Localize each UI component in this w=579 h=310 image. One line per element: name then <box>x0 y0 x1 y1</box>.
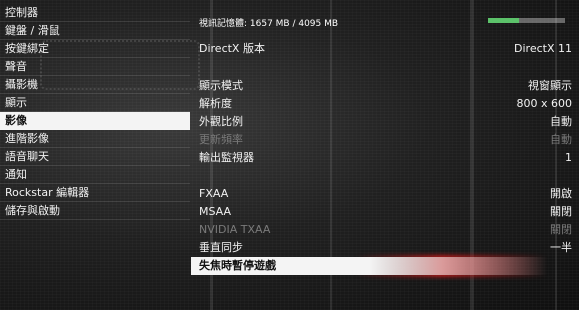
setting-value: 1 <box>565 151 572 164</box>
category-camera[interactable]: 攝影機 <box>0 76 190 94</box>
setting-directx-version[interactable]: DirectX 版本 DirectX 11 <box>191 40 579 58</box>
setting-value: 自動 <box>550 133 572 146</box>
setting-value: 800 x 600 <box>516 97 573 110</box>
setting-label: 輸出監視器 <box>199 151 254 164</box>
setting-label: 更新頻率 <box>199 133 243 146</box>
video-memory-row: 視訊記憶體: 1657 MB / 4095 MB <box>191 12 579 32</box>
category-graphics[interactable]: 影像 <box>0 112 190 130</box>
setting-label: NVIDIA TXAA <box>199 223 271 236</box>
video-memory-fill <box>488 18 519 23</box>
category-voice-chat[interactable]: 語音聊天 <box>0 148 190 166</box>
setting-resolution[interactable]: 解析度 800 x 600 <box>191 95 579 113</box>
setting-display-mode[interactable]: 顯示模式 視窗顯示 <box>191 77 579 95</box>
setting-value: 開啟 <box>550 187 572 200</box>
category-notifications[interactable]: 通知 <box>0 166 190 184</box>
category-display[interactable]: 顯示 <box>0 94 190 112</box>
setting-label: 顯示模式 <box>199 79 243 92</box>
settings-category-list: 控制器 鍵盤 / 滑鼠 按鍵綁定 聲音 攝影機 顯示 影像 進階影像 語音聊天 … <box>0 4 190 220</box>
setting-label: DirectX 版本 <box>199 42 265 55</box>
setting-label: FXAA <box>199 187 229 200</box>
setting-label: MSAA <box>199 205 232 218</box>
setting-output-monitor[interactable]: 輸出監視器 1 <box>191 149 579 167</box>
setting-label: 垂直同步 <box>199 241 243 254</box>
setting-label: 解析度 <box>199 97 232 110</box>
category-keyboard-mouse[interactable]: 鍵盤 / 滑鼠 <box>0 22 190 40</box>
category-saving-startup[interactable]: 儲存與啟動 <box>0 202 190 220</box>
setting-value: 視窗顯示 <box>528 79 572 92</box>
category-rockstar-editor[interactable]: Rockstar 編輯器 <box>0 184 190 202</box>
category-key-bindings[interactable]: 按鍵綁定 <box>0 40 190 58</box>
video-memory-bar <box>488 18 565 23</box>
category-advanced-graphics[interactable]: 進階影像 <box>0 130 190 148</box>
setting-aspect-ratio[interactable]: 外觀比例 自動 <box>191 113 579 131</box>
category-audio[interactable]: 聲音 <box>0 58 190 76</box>
setting-fxaa[interactable]: FXAA 開啟 <box>191 185 579 203</box>
setting-pause-on-focus-loss[interactable]: 失焦時暫停遊戲 <box>191 257 579 275</box>
setting-label: 外觀比例 <box>199 115 243 128</box>
setting-nvidia-txaa: NVIDIA TXAA 關閉 <box>191 221 579 239</box>
setting-msaa[interactable]: MSAA 關閉 <box>191 203 579 221</box>
setting-value: 關閉 <box>550 223 572 236</box>
setting-value: 一半 <box>550 241 572 254</box>
setting-value: 自動 <box>550 115 572 128</box>
category-controller[interactable]: 控制器 <box>0 4 190 22</box>
setting-refresh-rate: 更新頻率 自動 <box>191 131 579 149</box>
video-memory-text: 視訊記憶體: 1657 MB / 4095 MB <box>199 19 339 29</box>
setting-label: 失焦時暫停遊戲 <box>199 259 276 272</box>
setting-value: DirectX 11 <box>514 42 572 55</box>
setting-value: 關閉 <box>550 205 572 218</box>
